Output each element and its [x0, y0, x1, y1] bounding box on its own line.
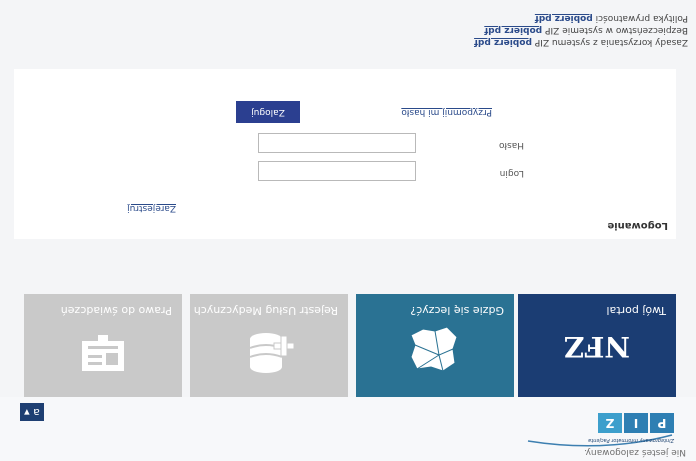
login-label: Login [499, 168, 524, 178]
login-panel: Logowanie Zarejestruj Login Hasło Przypo… [14, 69, 676, 239]
password-label: Hasło [498, 140, 524, 150]
login-heading: Logowanie [607, 220, 668, 231]
password-input[interactable] [258, 133, 416, 153]
logo-letter-p: P [650, 413, 674, 433]
logo-letter-i: I [624, 413, 648, 433]
tile-twoj-portal[interactable]: NFZ Twój portal [518, 294, 676, 397]
footer-terms-text: Zasady korzystania z systemu ZIP [534, 37, 688, 47]
logo-letter-z: Z [598, 413, 622, 433]
card-icon [82, 335, 124, 371]
page: Nie jesteś zalogowany. Zintegrowany Info… [0, 0, 696, 461]
footer-terms: Zasady korzystania z systemu ZIP pobierz… [474, 37, 688, 47]
tiles: NFZ Twój portal Gdzie się leczyć? Rejest… [14, 293, 676, 397]
piz-logo[interactable]: Zintegrowany Informator Pacjenta P I Z [526, 405, 674, 451]
header: Nie jesteś zalogowany. Zintegrowany Info… [0, 397, 696, 461]
nfz-logo: NFZ [564, 330, 630, 363]
tile-gdzie-sie-leczyc[interactable]: Gdzie się leczyć? [356, 294, 514, 397]
tile-prawo-do-swiadczen[interactable]: Prawo do świadczeń [24, 294, 182, 397]
register-link[interactable]: Zarejestruj [127, 203, 176, 213]
footer-security-text: Bezpieczeństwo w systemie ZIP [545, 25, 688, 35]
tile-label: Twój portal [606, 304, 666, 317]
footer: Zasady korzystania z systemu ZIP pobierz… [0, 0, 696, 69]
login-button[interactable]: Zaloguj [236, 101, 300, 123]
footer-privacy-text: Polityka prywatności [595, 13, 688, 23]
terms-pdf-link[interactable]: pobierz pdf [474, 37, 532, 47]
footer-security: Bezpieczeństwo w systemie ZIP pobierz pd… [484, 25, 688, 35]
security-pdf-link[interactable]: pobierz pdf [484, 25, 542, 35]
accessibility-button[interactable]: a ▾ [20, 403, 44, 421]
tile-rejestr-uslug-medycznych[interactable]: Rejestr Usług Medycznych [190, 294, 348, 397]
forgot-password-link[interactable]: Przypomnij mi hasło [401, 107, 492, 117]
tile-label: Rejestr Usług Medycznych [193, 304, 338, 317]
map-icon [410, 326, 458, 372]
tile-label: Prawo do świadczeń [60, 304, 172, 317]
footer-privacy: Polityka prywatności pobierz pdf [535, 13, 688, 23]
privacy-pdf-link[interactable]: pobierz pdf [535, 13, 593, 23]
database-plus-icon [249, 333, 295, 373]
login-input[interactable] [258, 161, 416, 181]
tile-label: Gdzie się leczyć? [410, 304, 504, 317]
logo-caption: Zintegrowany Informator Pacjenta [588, 437, 674, 443]
